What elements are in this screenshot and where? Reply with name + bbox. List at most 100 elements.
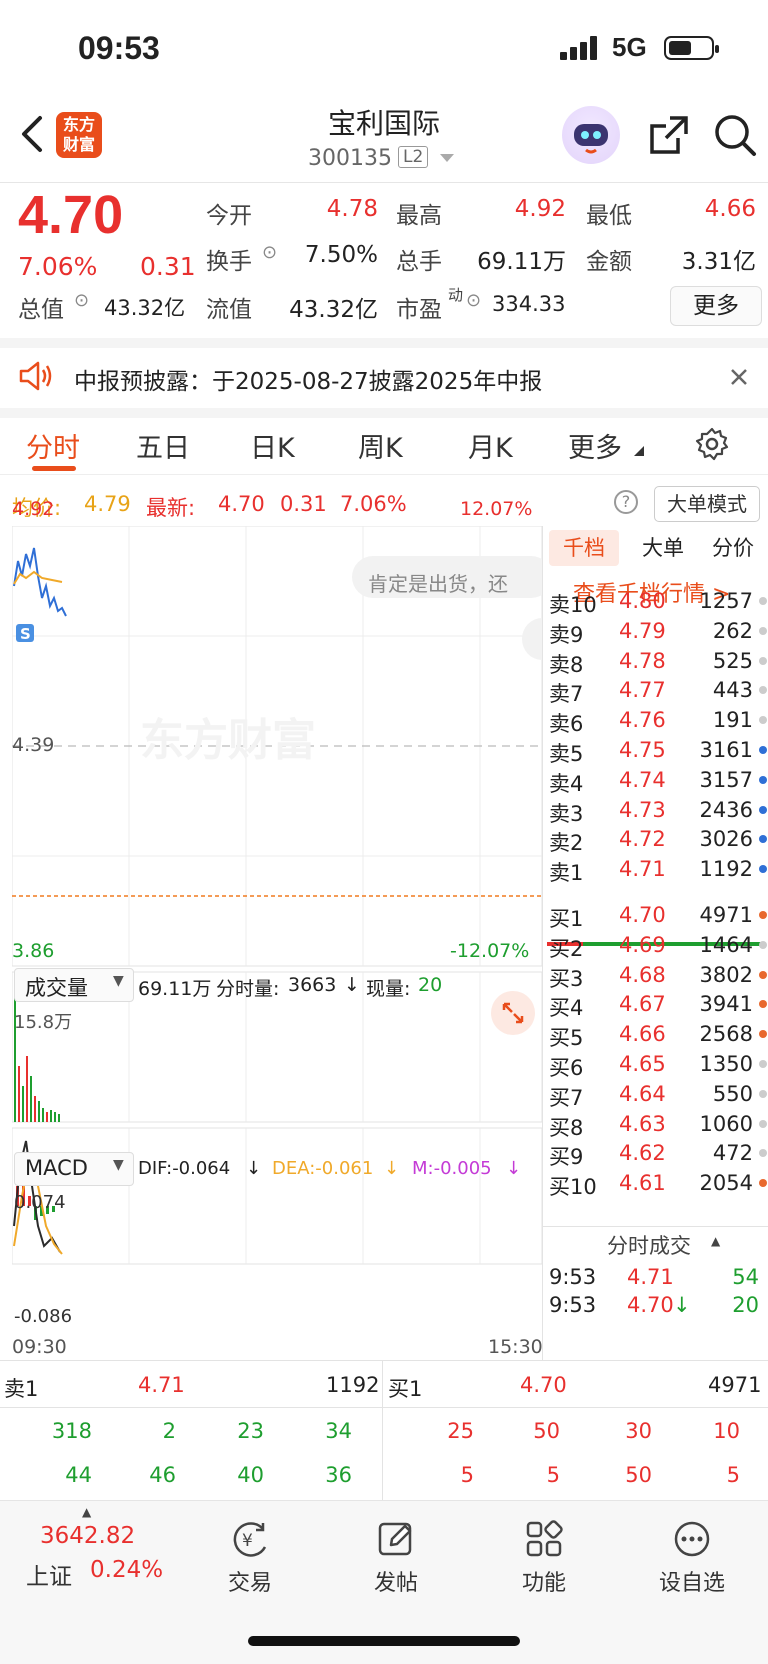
macd-selector[interactable]: MACD ▼ [14,1152,134,1186]
down-arrow-icon: ↓ [246,1158,262,1179]
ob-volume: 1464 [699,932,753,957]
divider [0,1407,768,1408]
ob-volume: 472 [712,1141,753,1166]
ob-volume: 4971 [699,903,753,927]
ob-price: 4.74 [619,767,666,792]
tab-more[interactable]: 更多 [568,426,622,465]
side-tab-big-order[interactable]: 大单 [633,530,693,566]
tick-price: 4.71 [627,1265,674,1289]
tab-functions-label: 功能 [521,1571,566,1596]
bid-row[interactable]: 买10 4.61 2054 [549,1168,767,1199]
tab-trade[interactable]: ¥ 交易 [200,1519,300,1597]
help-icon[interactable]: ? [614,490,638,514]
sell1-vol: 1192 [326,1373,380,1397]
bid-row[interactable]: 买8 4.63 1060 [549,1109,767,1140]
index-value[interactable]: 3642.82 [40,1523,135,1549]
settings-icon[interactable] [694,426,730,462]
ask-row[interactable]: 卖4 4.74 3157 [549,765,767,796]
ob-price: 4.73 [619,797,666,822]
ob-price: 4.64 [619,1081,666,1106]
ob-level-label: 买1 [549,907,584,931]
tab-five-day[interactable]: 五日 [136,426,190,465]
info-icon[interactable]: ⊙ [262,242,277,263]
volume-selector[interactable]: 成交量 ▼ [14,968,134,1002]
mktcap-value: 43.32亿 [104,296,186,320]
pe-label: 市盈 [396,297,442,323]
order-dot-icon [759,835,767,844]
queue-cell: 50 [533,1419,560,1443]
bid-row[interactable]: 买6 4.65 1350 [549,1049,767,1080]
volume-now: 20 [418,974,443,996]
bid-row[interactable]: 买5 4.66 2568 [549,1019,767,1050]
tab-watchlist[interactable]: 设自选 [642,1519,742,1597]
ob-level-label: 买10 [549,1175,597,1200]
ask-row[interactable]: 卖3 4.73 2436 [549,795,767,826]
assistant-robot-icon[interactable] [562,106,620,164]
ob-price: 4.70 [619,903,666,927]
info-icon[interactable]: ⊙ [74,290,89,311]
info-icon[interactable]: ⊙ [466,290,481,311]
ob-price: 4.62 [619,1141,666,1166]
more-button[interactable]: 更多 [670,286,762,326]
more-dots-icon [674,1521,710,1557]
search-icon[interactable] [712,112,758,158]
bid-row[interactable]: 买9 4.62 472 [549,1138,767,1169]
ob-volume: 550 [712,1081,753,1106]
selector-triangle-icon: ▼ [113,973,124,989]
ob-price: 4.68 [619,962,666,987]
bid-row[interactable]: 买4 4.67 3941 [549,989,767,1020]
ask-row[interactable]: 卖8 4.78 525 [549,646,767,677]
order-dot-icon [759,775,767,784]
ask-row[interactable]: 卖6 4.76 191 [549,705,767,736]
ask-row[interactable]: 卖10 4.80 1257 [549,586,767,617]
ask-row[interactable]: 卖1 4.71 1192 [549,854,767,885]
big-order-mode-button[interactable]: 大单模式 [654,486,760,522]
notice-bar[interactable]: 中报预披露：于2025-08-27披露2025年中报 [0,348,768,418]
side-tab-price-dist[interactable]: 分价 [703,530,763,566]
dropdown-triangle-icon[interactable] [440,154,454,164]
bid-row[interactable]: 买3 4.68 3802 [549,960,767,991]
tab-functions[interactable]: 功能 [494,1519,594,1597]
tab-monthly-k[interactable]: 月K [468,426,513,465]
order-dot-icon [759,597,767,605]
ob-volume: 2436 [699,797,753,822]
index-pct[interactable]: 0.24% [90,1557,163,1583]
tab-weekly-k[interactable]: 周K [358,426,403,465]
expand-triangle-icon[interactable]: ▲ [82,1505,91,1519]
ob-volume: 3026 [699,827,753,852]
close-icon[interactable] [730,368,748,386]
sell1-label: 卖1 [4,1377,39,1401]
bid-row[interactable]: 买2 4.69 1464 [549,930,767,961]
chart-tabs: 分时 五日 日K 周K 月K 更多 [0,418,768,475]
tab-daily-k[interactable]: 日K [250,426,295,465]
home-indicator [248,1636,520,1646]
ob-volume: 3941 [699,992,753,1017]
ob-price: 4.79 [619,618,666,643]
ask-row[interactable]: 卖5 4.75 3161 [549,735,767,766]
volume-total: 69.11万 [138,978,212,1000]
signal-icon [560,36,597,60]
ask-row[interactable]: 卖7 4.77 443 [549,675,767,706]
queue-cell: 40 [237,1463,264,1487]
network-type: 5G [612,32,647,62]
ob-level-label: 卖2 [549,831,584,856]
share-icon[interactable] [648,114,690,156]
order-dot-icon [759,1060,767,1068]
level2-badge[interactable]: L2 [398,146,429,168]
side-tab-thousand[interactable]: 千档 [549,530,619,566]
turnover-value: 7.50% [304,242,378,268]
time-end: 15:30 [488,1336,543,1358]
volume-tick-label: 分时量: [216,978,280,1000]
ask-row[interactable]: 卖2 4.72 3026 [549,824,767,855]
bid-row[interactable]: 买7 4.64 550 [549,1079,767,1110]
chart-bottom-price: 3.86 [12,940,55,962]
index-name[interactable]: 上证 [26,1557,72,1591]
volume-value: 69.11万 [477,249,566,275]
tab-post[interactable]: 发帖 [346,1519,446,1597]
tab-intraday[interactable]: 分时 [26,426,80,465]
bottom-order-summary: 卖1 4.71 1192 买1 4.70 4971 318 2 23 34 44 46 40… [0,1360,768,1501]
collapse-triangle-icon[interactable]: ▲ [711,1234,720,1248]
bid-row[interactable]: 买1 4.70 4971 [549,900,767,931]
ask-row[interactable]: 卖9 4.79 262 [549,616,767,647]
comment-bubble[interactable]: 肯定是出货，还 [368,568,508,597]
